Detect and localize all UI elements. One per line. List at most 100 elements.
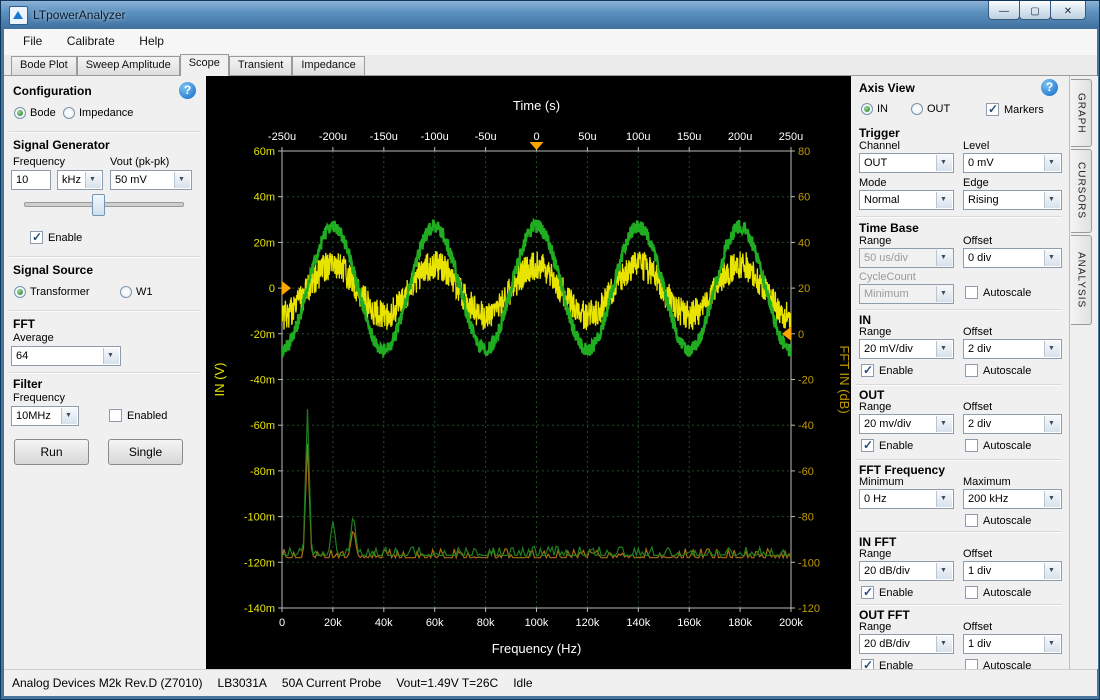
out-fft-range-select[interactable]: 20 dB/div	[859, 634, 954, 654]
range-label: Range	[859, 621, 891, 633]
svg-text:80k: 80k	[477, 617, 495, 629]
help-icon[interactable]	[1041, 79, 1058, 96]
separator	[856, 384, 1062, 386]
tab-sweep-amplitude[interactable]: Sweep Amplitude	[77, 56, 180, 75]
chevron-down-icon	[1044, 416, 1060, 432]
trigger-mode-select[interactable]: Normal	[859, 190, 954, 210]
menu-help[interactable]: Help	[129, 29, 174, 53]
chevron-down-icon	[936, 636, 952, 652]
close-button[interactable]	[1050, 1, 1086, 20]
frequency-input[interactable]	[11, 170, 51, 190]
fft-frequency-autoscale-checkbox[interactable]: Autoscale	[965, 514, 1031, 527]
fft-minimum-select[interactable]: 0 Hz	[859, 489, 954, 509]
average-label: Average	[13, 332, 54, 344]
svg-text:20m: 20m	[254, 237, 275, 249]
in-offset-select[interactable]: 2 div	[963, 339, 1062, 359]
timebase-offset-select[interactable]: 0 div	[963, 248, 1062, 268]
out-enable-checkbox[interactable]: Enable	[861, 439, 913, 452]
in-level-marker[interactable]	[282, 281, 291, 295]
tab-impedance[interactable]: Impedance	[292, 56, 364, 75]
vout-select[interactable]: 50 mV	[110, 170, 192, 190]
offset-label: Offset	[963, 235, 992, 247]
offset-label: Offset	[963, 548, 992, 560]
out-autoscale-checkbox[interactable]: Autoscale	[965, 439, 1031, 452]
filter-enabled-checkbox[interactable]: Enabled	[109, 409, 167, 422]
tab-scope[interactable]: Scope	[180, 54, 229, 76]
svg-text:-100m: -100m	[244, 512, 275, 524]
tab-transient[interactable]: Transient	[229, 56, 292, 75]
out-fft-offset-select[interactable]: 1 div	[963, 634, 1062, 654]
in-fft-range-select[interactable]: 20 dB/div	[859, 561, 954, 581]
radio-w1[interactable]: W1	[120, 286, 153, 298]
fft-average-select[interactable]: 64	[11, 346, 121, 366]
out-range-select[interactable]: 20 mv/div	[859, 414, 954, 434]
separator	[9, 131, 201, 133]
timebase-autoscale-checkbox[interactable]: Autoscale	[965, 286, 1031, 299]
minimize-button[interactable]	[988, 1, 1020, 20]
separator	[9, 372, 201, 374]
svg-text:IN (V): IN (V)	[212, 363, 227, 397]
in-section-title: IN	[859, 313, 871, 327]
slider-thumb[interactable]	[92, 194, 105, 216]
chevron-down-icon	[1044, 563, 1060, 579]
svg-text:-80: -80	[798, 512, 814, 524]
trigger-time-marker[interactable]	[530, 142, 544, 150]
svg-text:FFT IN (dB): FFT IN (dB)	[837, 345, 851, 413]
trigger-level-select[interactable]: 0 mV	[963, 153, 1062, 173]
trigger-channel-select[interactable]: OUT	[859, 153, 954, 173]
single-button[interactable]: Single	[108, 439, 183, 465]
frequency-unit-select[interactable]: kHz	[57, 170, 103, 190]
amplitude-slider[interactable]	[24, 193, 184, 215]
side-tab-graph[interactable]: GRAPH	[1071, 79, 1092, 147]
svg-text:-50u: -50u	[475, 131, 497, 143]
chevron-down-icon	[936, 563, 952, 579]
checkbox-label: Autoscale	[983, 515, 1031, 527]
radio-bode[interactable]: Bode	[14, 107, 56, 119]
tab-bode-plot[interactable]: Bode Plot	[11, 56, 77, 75]
run-button[interactable]: Run	[14, 439, 89, 465]
in-enable-checkbox[interactable]: Enable	[861, 364, 913, 377]
separator	[9, 310, 201, 312]
svg-text:80: 80	[798, 146, 810, 158]
svg-text:20: 20	[798, 283, 810, 295]
maximize-button[interactable]	[1019, 1, 1051, 20]
svg-text:-60: -60	[798, 466, 814, 478]
offset-label: Offset	[963, 401, 992, 413]
radio-dot	[63, 107, 75, 119]
in-fft-enable-checkbox[interactable]: Enable	[861, 586, 913, 599]
right-panel: Axis View IN OUT Markers Trigger Channel…	[851, 76, 1069, 669]
range-label: Range	[859, 401, 891, 413]
out-offset-select[interactable]: 2 div	[963, 414, 1062, 434]
side-tab-analysis[interactable]: ANALYSIS	[1071, 235, 1092, 325]
menu-file[interactable]: File	[13, 29, 52, 53]
side-tab-cursors[interactable]: CURSORS	[1071, 149, 1092, 233]
radio-axis-in[interactable]: IN	[861, 103, 888, 115]
chevron-down-icon	[936, 250, 952, 266]
checkbox-label: Enable	[879, 365, 913, 377]
trigger-edge-select[interactable]: Rising	[963, 190, 1062, 210]
svg-text:-20: -20	[798, 375, 814, 387]
generator-enable-checkbox[interactable]: Enable	[30, 231, 82, 244]
titlebar: LTpowerAnalyzer	[1, 1, 1099, 29]
markers-checkbox[interactable]: Markers	[986, 103, 1044, 116]
chevron-down-icon	[1044, 491, 1060, 507]
in-range-select[interactable]: 20 mV/div	[859, 339, 954, 359]
radio-impedance[interactable]: Impedance	[63, 107, 133, 119]
chevron-down-icon	[936, 341, 952, 357]
in-autoscale-checkbox[interactable]: Autoscale	[965, 364, 1031, 377]
in-fft-offset-select[interactable]: 1 div	[963, 561, 1062, 581]
chevron-down-icon	[1044, 155, 1060, 171]
filter-frequency-select[interactable]: 10MHz	[11, 406, 79, 426]
in-fft-autoscale-checkbox[interactable]: Autoscale	[965, 586, 1031, 599]
menu-calibrate[interactable]: Calibrate	[57, 29, 125, 53]
fft-maximum-select[interactable]: 200 kHz	[963, 489, 1062, 509]
radio-label: Transformer	[30, 286, 90, 298]
svg-text:40m: 40m	[254, 192, 275, 204]
radio-transformer[interactable]: Transformer	[14, 286, 90, 298]
scope-plot[interactable]: -250u-200u-150u-100u-50u050u100u150u200u…	[206, 76, 851, 669]
radio-axis-out[interactable]: OUT	[911, 103, 950, 115]
svg-text:60: 60	[798, 192, 810, 204]
channel-label: Channel	[859, 140, 900, 152]
chevron-down-icon	[85, 172, 101, 188]
help-icon[interactable]	[179, 82, 196, 99]
